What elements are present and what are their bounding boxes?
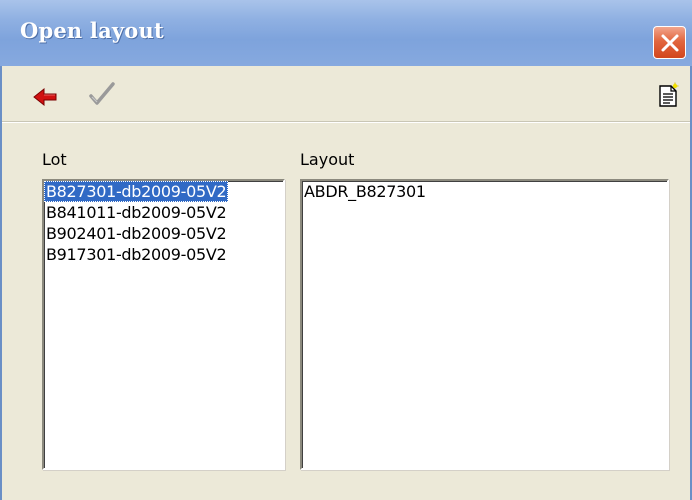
- lot-listbox[interactable]: B827301-db2009-05V2 B841011-db2009-05V2 B9…: [42, 179, 285, 470]
- lot-list-item[interactable]: B841011-db2009-05V2: [44, 202, 283, 223]
- red-arrow-left-icon: [33, 87, 57, 107]
- lot-list-item-text: B902401-db2009-05V2: [46, 224, 227, 243]
- lot-list-item[interactable]: B917301-db2009-05V2: [44, 244, 283, 265]
- title-bar[interactable]: Open layout: [0, 0, 692, 66]
- lot-list-item[interactable]: B827301-db2009-05V2: [44, 181, 283, 202]
- new-document-button[interactable]: [654, 82, 682, 110]
- window-title: Open layout: [20, 18, 164, 43]
- layout-list-item-text: ABDR_B827301: [304, 182, 426, 201]
- lot-list-item-text: B827301-db2009-05V2: [44, 181, 229, 202]
- layout-label: Layout: [300, 150, 355, 169]
- lot-list-item-text: B841011-db2009-05V2: [46, 203, 227, 222]
- layout-list-item[interactable]: ABDR_B827301: [302, 181, 667, 202]
- dialog-content: Lot Layout B827301-db2009-05V2 B841011-db…: [2, 122, 690, 500]
- open-layout-dialog: Open layout Lot Layout B827301-db2009-05…: [0, 0, 692, 500]
- checkmark-icon: [89, 82, 115, 105]
- close-icon: [661, 34, 679, 52]
- lot-list-item[interactable]: B902401-db2009-05V2: [44, 223, 283, 244]
- lot-label: Lot: [42, 150, 67, 169]
- back-button[interactable]: [32, 83, 60, 111]
- document-icon: [659, 82, 679, 107]
- toolbar: [2, 66, 690, 122]
- close-button[interactable]: [653, 26, 686, 59]
- layout-listbox[interactable]: ABDR_B827301: [300, 179, 669, 470]
- confirm-button[interactable]: [88, 81, 116, 109]
- lot-list-item-text: B917301-db2009-05V2: [46, 245, 227, 264]
